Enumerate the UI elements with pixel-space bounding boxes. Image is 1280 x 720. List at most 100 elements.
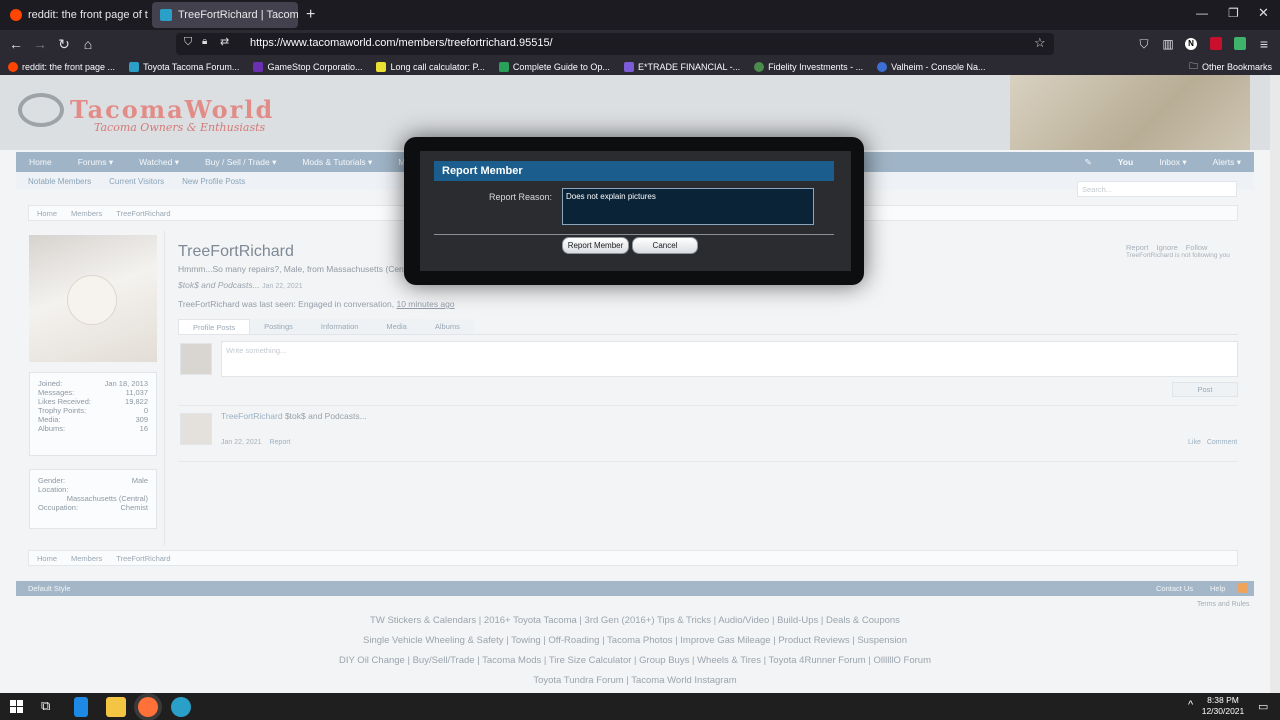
extension-check-icon[interactable] <box>1234 37 1246 50</box>
post-author[interactable]: TreeFortRichard <box>221 411 283 421</box>
column-divider <box>164 231 165 546</box>
write-post-input[interactable]: Write something... <box>221 341 1238 377</box>
new-tab-button[interactable]: + <box>306 6 315 24</box>
tacomaworld-icon <box>129 61 140 72</box>
page-scrollbar[interactable] <box>1270 75 1280 693</box>
report-link[interactable]: Report <box>1126 243 1149 252</box>
detail-location: Location: <box>38 485 69 494</box>
url-bar[interactable]: ⛉ 🔒︎ ⇄ https://www.tacomaworld.com/membe… <box>176 33 1054 55</box>
bookmark-item[interactable]: Fidelity Investments - ... <box>754 61 863 72</box>
tab-profile-posts[interactable]: Profile Posts <box>178 319 251 334</box>
menu-icon[interactable]: ≡ <box>1254 35 1274 53</box>
cancel-button[interactable]: Cancel <box>632 237 698 254</box>
bookmark-item[interactable]: reddit: the front page ... <box>8 61 115 72</box>
compose-icon[interactable]: ✎ <box>1072 157 1105 168</box>
guide-icon <box>498 61 509 72</box>
extension-icon[interactable] <box>1210 37 1222 50</box>
forward-icon[interactable]: → <box>30 35 50 53</box>
tab-reddit[interactable]: reddit: the front page of the inte ✕ <box>2 2 148 28</box>
stat-albums: Albums: 16 <box>38 424 148 433</box>
app-icon[interactable] <box>171 697 191 717</box>
windows-start-icon[interactable] <box>10 700 23 713</box>
notification-icon[interactable]: ▭ <box>1258 700 1268 713</box>
breadcrumb-members[interactable]: Members <box>71 209 102 218</box>
other-bookmarks[interactable]: 🗀 Other Bookmarks <box>1189 59 1280 75</box>
bookmark-item[interactable]: Valheim - Console Na... <box>877 61 986 72</box>
permissions-icon[interactable]: ⇄ <box>220 35 229 48</box>
tab-tacomaworld[interactable]: TreeFortRichard | Tacoma World ✕ <box>152 2 298 28</box>
follow-link[interactable]: Follow <box>1186 243 1208 252</box>
divider <box>178 461 1238 462</box>
tab-information[interactable]: Information <box>306 319 373 334</box>
bookmark-item[interactable]: Complete Guide to Op... <box>498 61 610 72</box>
nav-mods-tutorials[interactable]: Mods & Tutorials ▾ <box>289 157 385 168</box>
profile-avatar[interactable]: N <box>1185 38 1197 50</box>
bookmark-item[interactable]: GameStop Corporatio... <box>253 61 362 72</box>
calculator-icon <box>376 61 387 72</box>
task-view-icon[interactable]: ⧉ <box>41 698 50 714</box>
back-icon[interactable]: ← <box>6 35 26 53</box>
post-button[interactable]: Post <box>1172 382 1238 397</box>
footer-links-row2: Single Vehicle Wheeling & Safety | Towin… <box>363 635 907 646</box>
profile-name: TreeFortRichard <box>178 243 294 260</box>
breadcrumb-user[interactable]: TreeFortRichard <box>116 209 170 218</box>
nav-alerts[interactable]: Alerts ▾ <box>1200 157 1254 168</box>
tab-title: TreeFortRichard | Tacoma World <box>178 9 298 21</box>
lock-icon[interactable]: 🔒︎ <box>202 36 207 47</box>
nav-watched[interactable]: Watched ▾ <box>126 157 192 168</box>
nav-forums[interactable]: Forums ▾ <box>65 157 126 168</box>
nav-you[interactable]: You <box>1105 157 1146 167</box>
post-body: TreeFortRichard $tok$ and Podcasts... <box>221 411 367 421</box>
tab-postings[interactable]: Postings <box>250 319 307 334</box>
breadcrumb-user[interactable]: TreeFortRichard <box>116 554 170 563</box>
profile-actions: Report Ignore Follow <box>1126 243 1207 252</box>
help-link[interactable]: Help <box>1210 584 1225 593</box>
sidebar-icon[interactable]: ▥ <box>1158 35 1178 53</box>
bookmark-item[interactable]: Toyota Tacoma Forum... <box>129 61 239 72</box>
terms-link[interactable]: Terms and Rules <box>1197 601 1250 608</box>
search-input[interactable]: Search... <box>1077 181 1237 197</box>
bookmark-item[interactable]: Long call calculator: P... <box>376 61 485 72</box>
breadcrumb-members[interactable]: Members <box>71 554 102 563</box>
like-link[interactable]: Like <box>1188 439 1201 446</box>
report-reason-input[interactable]: Does not explain pictures <box>562 188 814 225</box>
tab-bar: reddit: the front page of the inte ✕ Tre… <box>0 0 1280 30</box>
subnav-current-visitors[interactable]: Current Visitors <box>97 177 170 186</box>
report-member-button[interactable]: Report Member <box>562 237 629 254</box>
bookmark-star-icon[interactable]: ☆ <box>1034 35 1046 51</box>
dialog-separator <box>434 234 834 235</box>
pocket-icon[interactable]: ⛉ <box>1134 35 1154 53</box>
breadcrumb-home[interactable]: Home <box>37 554 57 563</box>
subnav-notable-members[interactable]: Notable Members <box>16 177 97 186</box>
tray-chevron-icon[interactable]: ^ <box>1188 699 1193 711</box>
tab-media[interactable]: Media <box>372 319 421 334</box>
post-report-link[interactable]: Report <box>269 439 290 446</box>
restore-button[interactable]: ❐ <box>1228 6 1239 20</box>
yahoo-icon <box>253 61 264 72</box>
file-explorer-icon[interactable] <box>106 697 126 717</box>
minimize-button[interactable]: — <box>1196 6 1208 20</box>
subnav-new-profile-posts[interactable]: New Profile Posts <box>170 177 251 186</box>
close-window-button[interactable]: ✕ <box>1258 5 1269 21</box>
bookmark-item[interactable]: E*TRADE FINANCIAL -... <box>623 61 740 72</box>
ignore-link[interactable]: Ignore <box>1157 243 1178 252</box>
etrade-icon <box>623 61 634 72</box>
navigation-bar: ← → ↻ ⌂ ⛉ 🔒︎ ⇄ https://www.tacomaworld.c… <box>0 30 1280 58</box>
comment-link[interactable]: Comment <box>1207 439 1237 446</box>
nav-inbox[interactable]: Inbox ▾ <box>1146 157 1199 168</box>
nav-home[interactable]: Home <box>16 157 65 167</box>
style-chooser[interactable]: Default Style <box>28 584 71 593</box>
breadcrumb-home[interactable]: Home <box>37 209 57 218</box>
nav-buy-sell-trade[interactable]: Buy / Sell / Trade ▾ <box>192 157 289 168</box>
firefox-icon[interactable] <box>138 697 158 717</box>
rss-icon[interactable] <box>1238 583 1248 593</box>
tab-albums[interactable]: Albums <box>420 319 474 334</box>
contact-link[interactable]: Contact Us <box>1156 584 1193 593</box>
shield-icon[interactable]: ⛉ <box>184 36 192 49</box>
site-logo[interactable]: TacomaWorld <box>70 95 274 124</box>
url-text[interactable]: https://www.tacomaworld.com/members/tree… <box>250 37 553 49</box>
home-icon[interactable]: ⌂ <box>78 35 98 53</box>
reload-icon[interactable]: ↻ <box>54 35 74 53</box>
notepad-icon[interactable] <box>74 697 88 717</box>
clock[interactable]: 8:38 PM 12/30/2021 <box>1200 695 1246 717</box>
